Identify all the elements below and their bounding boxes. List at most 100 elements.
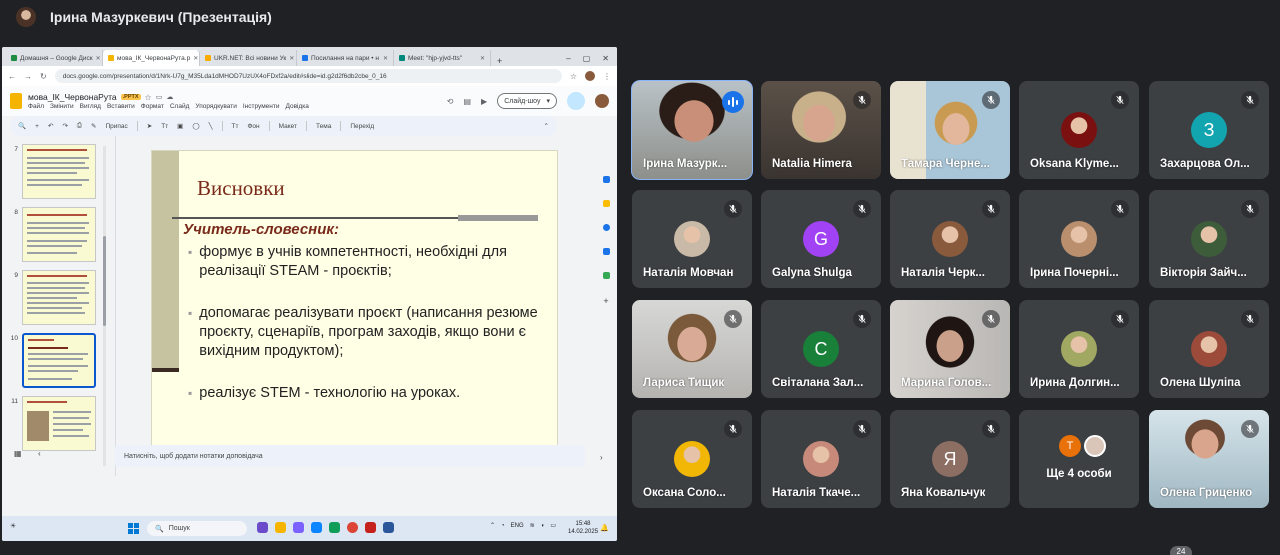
- menu-arrange[interactable]: Упорядкувати: [195, 103, 236, 110]
- filmstrip-item[interactable]: 8: [6, 207, 106, 262]
- menu-format[interactable]: Формат: [141, 103, 164, 110]
- app-icon[interactable]: [257, 522, 268, 533]
- url-field[interactable]: docs.google.com/presentation/d/1Nrk-U7g_…: [54, 69, 562, 83]
- participant-count-badge[interactable]: 24: [1170, 546, 1192, 555]
- participant-tile[interactable]: Я Яна Ковальчук: [890, 410, 1010, 508]
- menu-tools[interactable]: Інструменти: [243, 103, 280, 110]
- new-tab-button[interactable]: +: [491, 56, 508, 66]
- slide-thumbnail[interactable]: [22, 270, 96, 325]
- forward-icon[interactable]: →: [24, 72, 32, 81]
- menu-slide[interactable]: Слайд: [170, 103, 190, 110]
- tasks-icon[interactable]: [602, 224, 610, 231]
- chevron-up-icon[interactable]: ⌃: [544, 122, 549, 130]
- participant-tile[interactable]: Олена Гриценко: [1149, 410, 1269, 508]
- notification-icon[interactable]: 🔔: [600, 524, 609, 532]
- chevron-down-icon[interactable]: ▾: [546, 97, 550, 105]
- slide-subtitle[interactable]: Учитель-словесник:: [183, 221, 339, 238]
- chevron-right-icon[interactable]: ›: [600, 453, 603, 462]
- participant-tile[interactable]: Ірина Мазурк...: [631, 80, 753, 180]
- slide-thumbnail-selected[interactable]: [22, 333, 96, 388]
- filmstrip-item[interactable]: 7: [6, 144, 106, 199]
- minimize-icon[interactable]: –: [566, 54, 570, 63]
- contacts-icon[interactable]: [602, 248, 610, 255]
- chevron-left-icon[interactable]: ‹: [38, 449, 41, 458]
- filmstrip-item[interactable]: 9: [6, 270, 106, 325]
- text-format-icon[interactable]: Tт: [232, 123, 239, 130]
- add-icon[interactable]: +: [603, 296, 608, 306]
- volume-icon[interactable]: ◖: [541, 523, 545, 529]
- shape-icon[interactable]: ◯: [192, 122, 199, 130]
- wifi-icon[interactable]: ≋: [530, 522, 535, 529]
- maps-icon[interactable]: [602, 272, 610, 279]
- participant-tile[interactable]: Тамара Черне...: [890, 81, 1010, 179]
- network-icon[interactable]: ◔: [501, 523, 505, 529]
- select-icon[interactable]: ➤: [147, 122, 152, 130]
- reload-icon[interactable]: ↻: [40, 72, 47, 81]
- browser-tab[interactable]: Домашня – Google Диск ✕: [6, 50, 103, 66]
- participant-tile[interactable]: Наталія Ткаче...: [761, 410, 881, 508]
- history-icon[interactable]: ⟲: [447, 97, 454, 106]
- slideshow-button[interactable]: Слайд-шоу ▾: [497, 93, 557, 109]
- word-icon[interactable]: [383, 522, 394, 533]
- close-icon[interactable]: ✕: [289, 55, 294, 62]
- participant-tile[interactable]: Ірина Почерні...: [1019, 190, 1139, 288]
- menu-icon[interactable]: ⋮: [603, 72, 611, 81]
- slide-bullet[interactable]: ▪ допомагає реалізувати проєкт (написання…: [188, 304, 544, 361]
- textbox-icon[interactable]: Tт: [161, 123, 168, 130]
- close-icon[interactable]: ✕: [193, 55, 198, 62]
- slide-title[interactable]: Висновки: [197, 176, 285, 201]
- menu-view[interactable]: Вигляд: [80, 103, 101, 110]
- app-icon[interactable]: [293, 522, 304, 533]
- grid-view-icon[interactable]: ▦: [14, 449, 22, 458]
- edge-icon[interactable]: [311, 522, 322, 533]
- participant-tile[interactable]: З Захарцова Ол...: [1149, 81, 1269, 179]
- image-icon[interactable]: ▣: [177, 122, 183, 130]
- keep-icon[interactable]: [602, 200, 610, 207]
- filmstrip-item[interactable]: 11: [6, 396, 106, 451]
- taskbar-search[interactable]: 🔍 Пошук: [147, 521, 247, 536]
- zoom-select[interactable]: Припас: [105, 123, 127, 130]
- browser-tab[interactable]: Meet: "hjp-yjvd-tts" ✕: [394, 50, 491, 66]
- participant-tile[interactable]: Лариса Тищик: [632, 300, 752, 398]
- slide-thumbnail[interactable]: [22, 207, 96, 262]
- filmstrip-item-selected[interactable]: 10: [6, 333, 106, 388]
- chevron-up-icon[interactable]: ⌃: [490, 522, 495, 529]
- search-icon[interactable]: 🔍: [18, 122, 26, 130]
- back-icon[interactable]: ←: [8, 72, 16, 81]
- browser-tab-active[interactable]: мова_ІК_ЧервонаРута.p ✕: [103, 50, 200, 66]
- transition-button[interactable]: Перехід: [350, 123, 374, 130]
- start-icon[interactable]: [128, 523, 139, 534]
- participant-tile[interactable]: G Galyna Shulga: [761, 190, 881, 288]
- browser-tab[interactable]: UKR.NET: Всі новини Ук ✕: [200, 50, 297, 66]
- participant-tile[interactable]: Наталія Мовчан: [632, 190, 752, 288]
- slide-thumbnail[interactable]: [22, 396, 96, 451]
- participant-tile[interactable]: Оксана Соло...: [632, 410, 752, 508]
- menu-help[interactable]: Довідка: [285, 103, 308, 110]
- close-window-icon[interactable]: ✕: [602, 54, 609, 63]
- star-icon[interactable]: ☆: [145, 93, 152, 102]
- slide-bullet[interactable]: ▪ формує в учнів компетентності, необхідн…: [188, 243, 544, 281]
- camera-icon[interactable]: ▶: [481, 97, 487, 106]
- browser-tab[interactable]: Посилання на пари • н ✕: [297, 50, 394, 66]
- slide-bullet[interactable]: ▪ реалізує STEM - технологію на уроках.: [188, 384, 544, 403]
- taskbar-clock[interactable]: 15:48 14.02.2025: [568, 520, 598, 536]
- menu-file[interactable]: Файл: [28, 103, 44, 110]
- close-icon[interactable]: ✕: [383, 55, 388, 62]
- participant-tile[interactable]: Natalia Himera: [761, 81, 881, 179]
- participant-tile[interactable]: Вікторія Зайч...: [1149, 190, 1269, 288]
- participant-tile[interactable]: Oksana Klyme...: [1019, 81, 1139, 179]
- app-icon[interactable]: [365, 522, 376, 533]
- language-indicator[interactable]: ENG: [511, 523, 524, 529]
- menu-insert[interactable]: Вставити: [107, 103, 135, 110]
- participant-tile[interactable]: Ирина Долгин...: [1019, 300, 1139, 398]
- battery-icon[interactable]: ▭: [550, 522, 556, 529]
- app-icon[interactable]: [329, 522, 340, 533]
- slide-thumbnail[interactable]: [22, 144, 96, 199]
- move-folder-icon[interactable]: ▭: [156, 93, 163, 101]
- speaker-notes-field[interactable]: Натисніть, щоб додати нотатки доповідача: [115, 445, 585, 467]
- line-icon[interactable]: ╲: [209, 122, 213, 130]
- menu-edit[interactable]: Змінити: [50, 103, 74, 110]
- calendar-icon[interactable]: [602, 176, 610, 183]
- chrome-icon[interactable]: [347, 522, 358, 533]
- undo-icon[interactable]: ↶: [48, 122, 53, 130]
